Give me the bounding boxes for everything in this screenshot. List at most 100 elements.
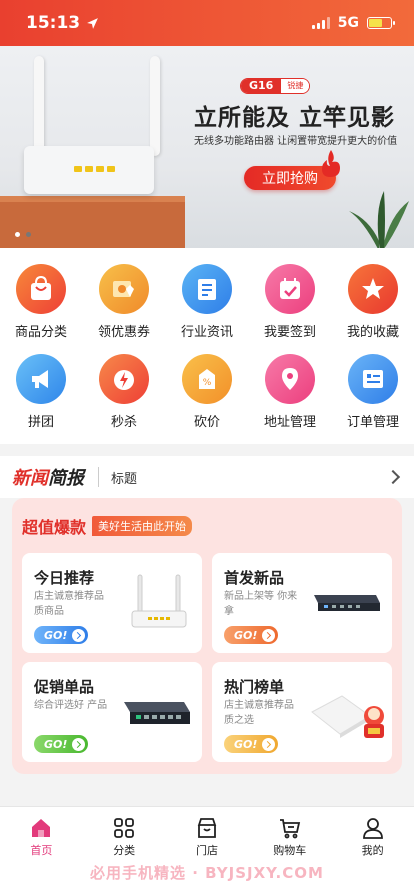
go-label: GO! — [234, 628, 258, 642]
grid-item-flash-sale[interactable]: 秒杀 — [83, 354, 165, 430]
deal-card-new[interactable]: 首发新品 新品上架等 你来拿 GO! — [212, 553, 392, 653]
router-antenna-right — [150, 56, 160, 156]
switch-product-image — [314, 595, 380, 611]
card-title: 热门榜单 — [224, 678, 285, 696]
tab-label: 门店 — [195, 844, 218, 857]
watermark: 必用手机精选 · BYJSJXY.COM — [90, 864, 324, 882]
grid-item-coupon[interactable]: 领优惠券 — [83, 264, 165, 340]
grid-label: 商品分类 — [14, 325, 67, 340]
calendar-check-icon — [265, 264, 315, 314]
card-desc: 店主诚意推荐品质之选 — [224, 700, 294, 726]
card-title: 促销单品 — [34, 678, 95, 696]
shopping-bag-icon — [16, 264, 66, 314]
banner-title: 立所能及 立竿见影 — [194, 105, 396, 131]
user-icon — [362, 818, 383, 839]
deals-title: 超值爆款 — [22, 518, 87, 537]
tab-profile[interactable]: 我的 — [331, 807, 414, 866]
cart-icon — [279, 819, 300, 839]
location-pin-icon — [265, 354, 315, 404]
go-label: GO! — [44, 628, 68, 642]
access-point-product-image — [311, 695, 384, 738]
deal-card-hot[interactable]: 热门榜单 店主诚意推荐品质之选 GO! — [212, 662, 392, 762]
router-image — [24, 146, 154, 194]
status-time: 15:13 — [26, 13, 99, 33]
grid-label: 我要签到 — [263, 325, 316, 340]
arrow-right-icon — [72, 628, 86, 642]
divider — [98, 467, 99, 487]
discount-tag-icon: % — [182, 354, 232, 404]
feature-grid: 商品分类 领优惠券 行业资讯 我要签到 我的收藏 拼团 秒杀 % 砍价 地址管理… — [0, 248, 414, 444]
coupon-icon — [99, 264, 149, 314]
go-button[interactable]: GO! — [224, 735, 279, 753]
deals-section: 超值爆款 美好生活由此开始 今日推荐 店主诚意推荐品质商品 GO! 首发新品 新… — [12, 498, 402, 774]
lightning-clock-icon — [99, 354, 149, 404]
grid-label: 拼团 — [27, 415, 54, 430]
tab-label: 购物车 — [273, 844, 307, 857]
deal-card-recommend[interactable]: 今日推荐 店主诚意推荐品质商品 GO! — [22, 553, 202, 653]
megaphone-icon — [16, 354, 66, 404]
star-icon — [348, 264, 398, 314]
banner-pager[interactable] — [15, 232, 31, 237]
status-bar: 15:13 5G — [0, 0, 414, 46]
location-arrow-icon — [87, 17, 99, 29]
status-indicators: 5G — [311, 15, 395, 31]
card-desc: 综合评选好 产品 — [34, 700, 108, 711]
chevron-right-icon[interactable] — [385, 469, 401, 485]
flame-icon — [322, 150, 340, 177]
network-type: 5G — [337, 15, 359, 31]
grid-item-checkin[interactable]: 我要签到 — [249, 264, 331, 340]
grid-item-bargain[interactable]: % 砍价 — [166, 354, 248, 430]
go-button[interactable]: GO! — [34, 626, 89, 644]
router-product-image — [131, 574, 187, 628]
news-logo-part2: 简报 — [48, 468, 84, 489]
go-button[interactable]: GO! — [34, 735, 89, 753]
grid-label: 秒杀 — [110, 415, 137, 430]
grid-item-orders[interactable]: 订单管理 — [332, 354, 414, 430]
card-desc: 店主诚意推荐品质商品 — [34, 591, 104, 617]
clock-text: 15:13 — [26, 13, 81, 33]
go-button[interactable]: GO! — [224, 626, 279, 644]
cellular-signal-icon — [311, 17, 330, 29]
tab-label: 我的 — [361, 844, 384, 857]
svg-text:%: % — [203, 378, 212, 388]
grid-item-news[interactable]: 行业资讯 — [166, 264, 248, 340]
grid-item-group-buy[interactable]: 拼团 — [0, 354, 82, 430]
arrow-right-icon — [262, 628, 276, 642]
grid-item-address[interactable]: 地址管理 — [249, 354, 331, 430]
go-label: GO! — [234, 737, 258, 751]
cabinet-image — [0, 196, 185, 248]
grid-item-category[interactable]: 商品分类 — [0, 264, 82, 340]
promo-banner[interactable]: G16 锐捷 立所能及 立竿见影 无线多功能路由器 让闲置带宽提升更大的价值 立… — [0, 46, 414, 248]
news-logo-part1: 新闻 — [12, 468, 48, 489]
news-logo: 新闻简报 — [12, 464, 84, 490]
news-doc-icon — [182, 264, 232, 314]
arrow-right-icon — [262, 737, 276, 751]
grid-label: 行业资讯 — [180, 325, 233, 340]
pager-dot-1[interactable] — [15, 232, 20, 237]
grid-item-favorites[interactable]: 我的收藏 — [332, 264, 414, 340]
order-list-icon — [348, 354, 398, 404]
switch-product-image — [124, 702, 190, 724]
pager-dot-2[interactable] — [26, 232, 31, 237]
plant-image — [349, 191, 409, 248]
brand-badge-text: 锐捷 — [281, 79, 310, 93]
tab-store[interactable]: 门店 — [166, 807, 249, 866]
tab-cart[interactable]: 购物车 — [248, 807, 331, 866]
grid-label: 砍价 — [193, 415, 220, 430]
banner-subtitle: 无线多功能路由器 让闲置带宽提升更大的价值 — [194, 136, 398, 147]
arrow-right-icon — [72, 737, 86, 751]
model-badge-text: G16 — [241, 79, 282, 93]
tab-category[interactable]: 分类 — [83, 807, 166, 866]
battery-icon — [367, 17, 395, 29]
grid-label: 订单管理 — [346, 415, 399, 430]
deals-tag: 美好生活由此开始 — [92, 516, 193, 536]
news-bar[interactable]: 新闻简报 标题 — [0, 456, 414, 498]
grid-label: 地址管理 — [263, 415, 316, 430]
deals-header: 超值爆款 美好生活由此开始 — [22, 514, 193, 538]
tab-label: 分类 — [113, 844, 136, 857]
tab-home[interactable]: 首页 — [0, 807, 83, 866]
tab-label: 首页 — [30, 844, 53, 857]
deal-card-promo[interactable]: 促销单品 综合评选好 产品 GO! — [22, 662, 202, 762]
news-headline[interactable]: 标题 — [111, 468, 388, 487]
go-label: GO! — [44, 737, 68, 751]
